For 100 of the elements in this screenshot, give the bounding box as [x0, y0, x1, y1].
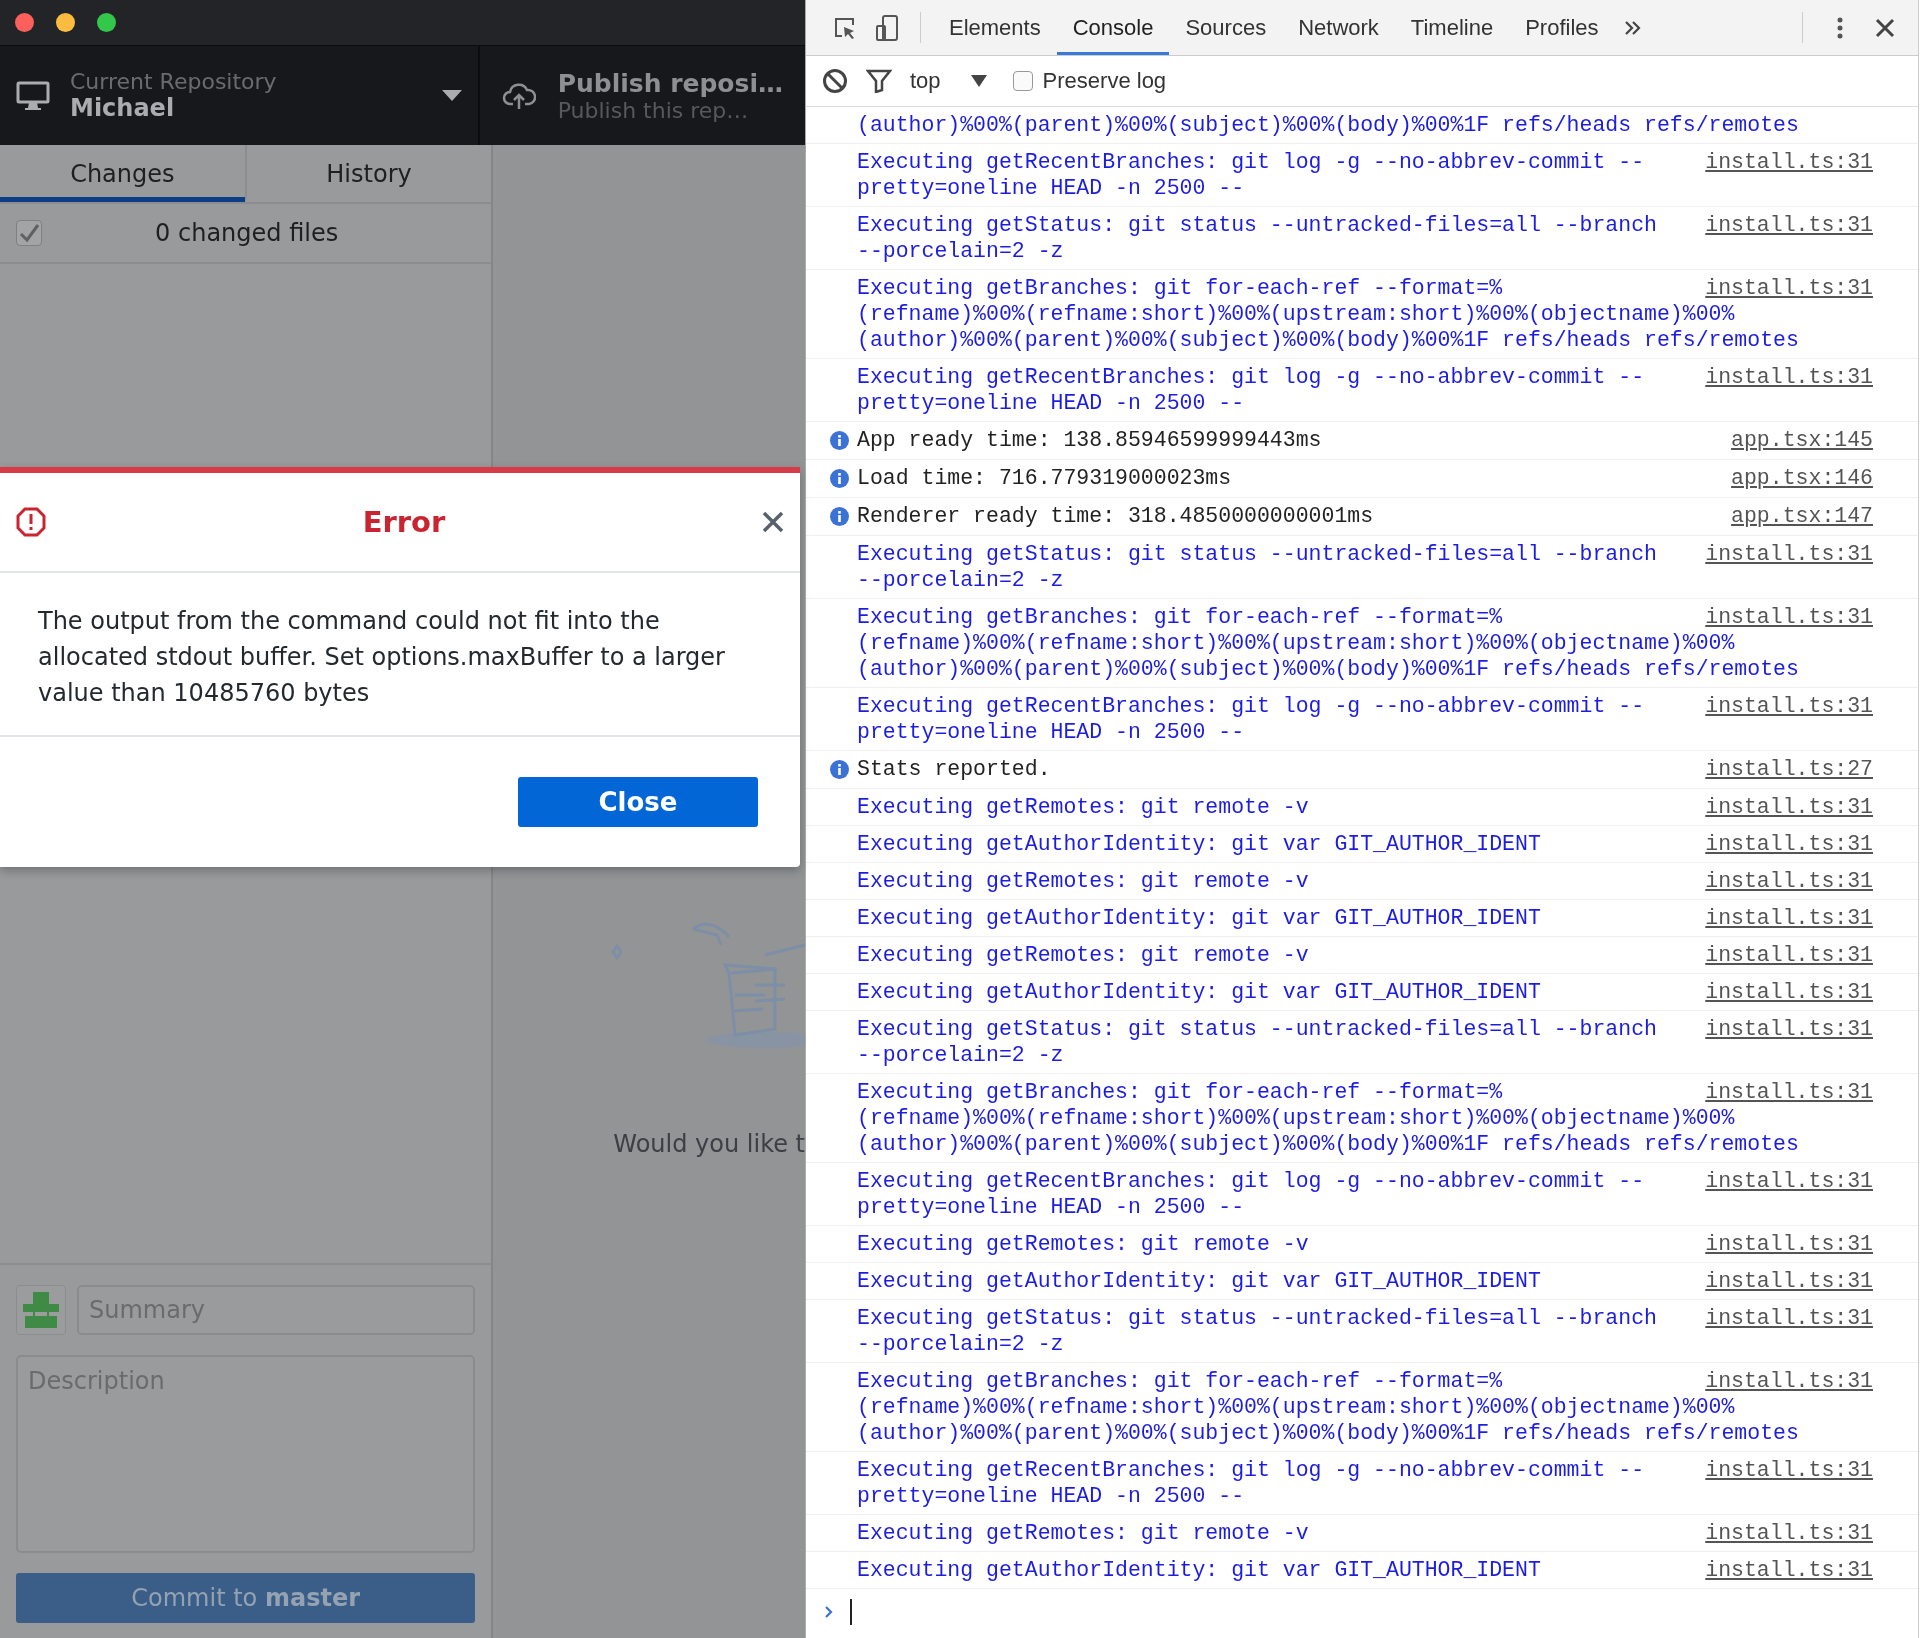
- publish-button[interactable]: Publish reposi… Publish this rep…: [479, 46, 805, 145]
- console-message: Executing getRecentBranches: git log -g --no-abbrev-commit --: [857, 1168, 1645, 1194]
- info-icon: [830, 469, 849, 488]
- source-link[interactable]: install.ts:31: [1705, 1457, 1873, 1483]
- console-message: (refname)%00%(refname:short)%00%(upstream:short)%00%(objectname)%00% (author)%00%(parent)%00%(subject)%00%(body)%00%1F refs/heads refs/remotes: [857, 301, 1800, 353]
- console-message: --porcelain=2 -z: [857, 1331, 1065, 1357]
- info-icon: [830, 507, 849, 526]
- alert-icon: [16, 507, 46, 537]
- source-link[interactable]: install.ts:31: [1705, 1168, 1873, 1194]
- console-message: pretty=oneline HEAD -n 2500 --: [857, 390, 1246, 416]
- console-message: (author)%00%(parent)%00%(subject)%00%(body)%00%1F refs/heads refs/remotes: [857, 112, 1799, 138]
- avatar-icon: [16, 1285, 66, 1335]
- tab[interactable]: History: [244, 145, 492, 202]
- console-message: Executing getStatus: git status --untracked-files=all --branch: [857, 1016, 1657, 1042]
- console-message: Executing getStatus: git status --untracked-files=all --branch: [857, 212, 1657, 238]
- blank-slate-text: Would you like t: [613, 1130, 805, 1158]
- console-message: Executing getBranches: git for-each-ref --format=%: [857, 1368, 1503, 1394]
- close-button[interactable]: Close: [518, 777, 758, 827]
- repository-label: Current Repository: [70, 69, 278, 94]
- changed-files-count: 0 changed files: [154, 219, 340, 247]
- source-link[interactable]: install.ts:31: [1705, 794, 1873, 820]
- source-link[interactable]: install.ts:31: [1705, 942, 1873, 968]
- console-message: Executing getAuthorIdentity: git var GIT_AUTHOR_IDENT: [857, 831, 1541, 857]
- console-message: (refname)%00%(refname:short)%00%(upstream:short)%00%(objectname)%00% (author)%00%(parent)%00%(subject)%00%(body)%00%1F refs/heads refs/remotes: [857, 1394, 1800, 1446]
- source-link[interactable]: install.ts:31: [1705, 1231, 1873, 1257]
- console-message: Executing getBranches: git for-each-ref --format=%: [857, 604, 1503, 630]
- info-icon: [830, 760, 849, 779]
- source-link[interactable]: install.ts:31: [1705, 149, 1873, 175]
- error-message: The output from the command could not fit into the allocated stdout buffer. Set options.maxBuffer to a larger value than 10485760 bytes: [38, 606, 726, 709]
- console-message: Stats reported.: [857, 756, 1051, 782]
- close-button[interactable]: [15, 13, 34, 32]
- source-link[interactable]: install.ts:31: [1705, 905, 1873, 931]
- source-link[interactable]: install.ts:31: [1705, 604, 1873, 630]
- source-link[interactable]: install.ts:31: [1705, 868, 1873, 894]
- console-message: Executing getRecentBranches: git log -g --no-abbrev-commit --: [857, 149, 1645, 175]
- console-message: (refname)%00%(refname:short)%00%(upstream:short)%00%(objectname)%00% (author)%00%(parent)%00%(subject)%00%(body)%00%1F refs/heads refs/remotes: [857, 1105, 1800, 1157]
- source-link[interactable]: install.ts:27: [1705, 756, 1873, 782]
- console-message: Executing getRemotes: git remote -v: [857, 794, 1309, 820]
- console-message: Executing getStatus: git status --untracked-files=all --branch: [857, 541, 1657, 567]
- devtools-tab[interactable]: Network: [1282, 0, 1395, 55]
- console-message: Executing getRecentBranches: git log -g --no-abbrev-commit --: [857, 693, 1645, 719]
- source-link[interactable]: install.ts:31: [1705, 1368, 1873, 1394]
- console-message: Executing getAuthorIdentity: git var GIT_AUTHOR_IDENT: [857, 905, 1541, 931]
- devtools-tab[interactable]: Timeline: [1394, 0, 1510, 55]
- context-dropdown[interactable]: top: [910, 68, 987, 94]
- devtools-tab[interactable]: Console: [1056, 0, 1170, 55]
- source-link[interactable]: install.ts:31: [1705, 979, 1873, 1005]
- devtools-tab[interactable]: Elements: [933, 0, 1057, 55]
- info-icon: [830, 431, 849, 450]
- checkbox[interactable]: [1012, 71, 1033, 91]
- source-link[interactable]: install.ts:31: [1705, 541, 1873, 567]
- prompt-icon: [824, 1605, 834, 1619]
- source-link[interactable]: install.ts:31: [1705, 275, 1873, 301]
- console-message: Executing getRecentBranches: git log -g --no-abbrev-commit --: [857, 1457, 1645, 1483]
- source-link[interactable]: install.ts:31: [1705, 1268, 1873, 1294]
- source-link[interactable]: install.ts:31: [1705, 693, 1873, 719]
- console-message: Executing getRemotes: git remote -v: [857, 942, 1309, 968]
- source-link[interactable]: app.tsx:146: [1731, 465, 1873, 491]
- console-message: Executing getAuthorIdentity: git var GIT_AUTHOR_IDENT: [857, 1268, 1541, 1294]
- console-message: Executing getRemotes: git remote -v: [857, 1520, 1309, 1546]
- console-message: Executing getAuthorIdentity: git var GIT_AUTHOR_IDENT: [857, 1557, 1541, 1583]
- console-message: --porcelain=2 -z: [857, 1042, 1065, 1068]
- console-message: Executing getRecentBranches: git log -g --no-abbrev-commit --: [857, 364, 1645, 390]
- console-message: pretty=oneline HEAD -n 2500 --: [857, 719, 1246, 745]
- filter-icon[interactable]: [866, 69, 892, 93]
- source-link[interactable]: app.tsx:145: [1731, 427, 1873, 453]
- source-link[interactable]: app.tsx:147: [1731, 503, 1873, 529]
- close-icon[interactable]: [762, 511, 784, 533]
- checkbox[interactable]: [16, 220, 42, 246]
- publish-title: Publish reposi…: [557, 68, 783, 98]
- caret-icon: [970, 75, 987, 87]
- clear-icon[interactable]: [822, 68, 848, 94]
- source-link[interactable]: install.ts:31: [1705, 1305, 1873, 1331]
- console-message: Executing getStatus: git status --untracked-files=all --branch: [857, 1305, 1657, 1331]
- console-message: --porcelain=2 -z: [857, 567, 1065, 593]
- devtools-tab[interactable]: Sources: [1169, 0, 1283, 55]
- console-message: App ready time: 138.85946599999443ms: [857, 427, 1322, 453]
- minimize-button[interactable]: [56, 13, 75, 32]
- console-message: Executing getBranches: git for-each-ref --format=%: [857, 275, 1503, 301]
- monitor-icon: [16, 80, 50, 111]
- console-message: Executing getRemotes: git remote -v: [857, 1231, 1309, 1257]
- source-link[interactable]: install.ts:31: [1705, 1520, 1873, 1546]
- source-link[interactable]: install.ts:31: [1705, 1016, 1873, 1042]
- source-link[interactable]: install.ts:31: [1705, 212, 1873, 238]
- console-message: Renderer ready time: 318.4850000000001ms: [857, 503, 1374, 529]
- zoom-button[interactable]: [97, 13, 116, 32]
- console-message: Executing getRemotes: git remote -v: [857, 868, 1309, 894]
- devtools-tab[interactable]: Profiles: [1509, 0, 1615, 55]
- console-message: Executing getAuthorIdentity: git var GIT_AUTHOR_IDENT: [857, 979, 1541, 1005]
- publish-subtitle: Publish this rep…: [557, 97, 750, 123]
- console-message: (refname)%00%(refname:short)%00%(upstream:short)%00%(objectname)%00% (author)%00%(parent)%00%(subject)%00%(body)%00%1F refs/heads refs/remotes: [857, 630, 1800, 682]
- source-link[interactable]: install.ts:31: [1705, 364, 1873, 390]
- console-message: Load time: 716.779319000023ms: [857, 465, 1232, 491]
- source-link[interactable]: install.ts:31: [1705, 1079, 1873, 1105]
- console-message: --porcelain=2 -z: [857, 238, 1065, 264]
- console-message: pretty=oneline HEAD -n 2500 --: [857, 1194, 1246, 1220]
- console-message: pretty=oneline HEAD -n 2500 --: [857, 175, 1246, 201]
- source-link[interactable]: install.ts:31: [1705, 831, 1873, 857]
- tab[interactable]: Changes: [0, 145, 245, 202]
- source-link[interactable]: install.ts:31: [1705, 1557, 1873, 1583]
